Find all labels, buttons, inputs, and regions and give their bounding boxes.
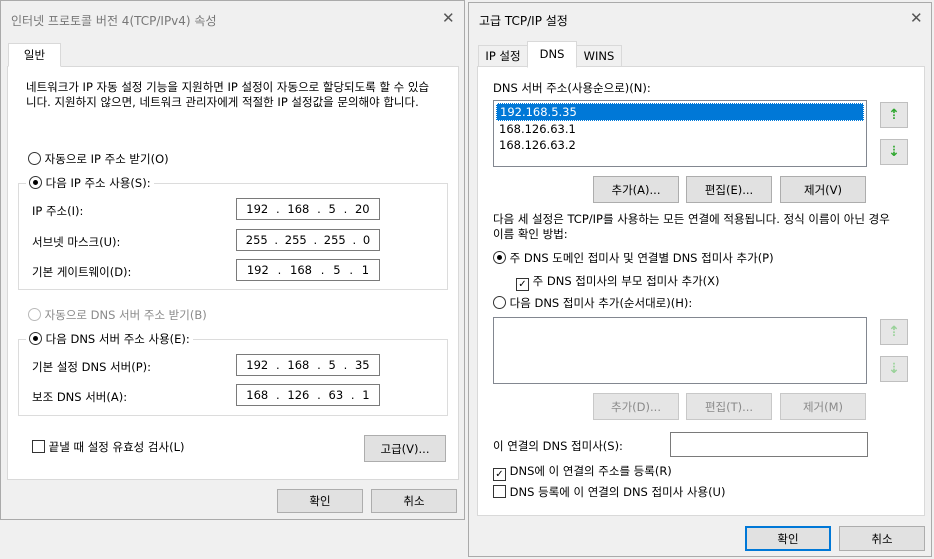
close-icon[interactable]: ✕	[910, 11, 923, 26]
ok-button[interactable]: 확인	[277, 489, 363, 513]
preferred-dns-field[interactable]: 192. 168. 5. 35	[236, 354, 380, 376]
radio-icon	[28, 152, 41, 165]
tab-general[interactable]: 일반	[8, 43, 61, 67]
checkbox-icon	[493, 485, 506, 498]
add-server-button[interactable]: 추가(A)...	[593, 176, 679, 203]
list-item[interactable]: 168.126.63.1	[496, 121, 864, 137]
cancel-button[interactable]: 취소	[371, 489, 457, 513]
connection-suffix-label: 이 연결의 DNS 접미사(S):	[493, 439, 623, 453]
auto-dns-radio[interactable]: 자동으로 DNS 서버 주소 받기(B)	[28, 307, 207, 323]
remove-suffix-button[interactable]: 제거(M)	[780, 393, 866, 420]
radio-selected-icon	[493, 251, 506, 264]
subnet-mask-field[interactable]: 255. 255. 255. 0	[236, 229, 380, 251]
tab-ip-settings[interactable]: IP 설정	[478, 45, 528, 67]
advanced-button[interactable]: 고급(V)...	[364, 435, 446, 462]
alternate-dns-field[interactable]: 168. 126. 63. 1	[236, 384, 380, 406]
intro-text: 네트워크가 IP 자동 설정 기능을 지원하면 IP 설정이 자동으로 할당되도…	[26, 80, 430, 109]
move-up-icon[interactable]: ⇡	[880, 102, 908, 128]
dialog-title: 고급 TCP/IP 설정	[479, 14, 568, 28]
append-these-radio[interactable]: 다음 DNS 접미사 추가(순서대로)(H):	[493, 295, 692, 311]
move-up-icon[interactable]: ⇡	[880, 319, 908, 345]
radio-disabled-icon	[28, 308, 41, 321]
dns-servers-label: DNS 서버 주소(사용순으로)(N):	[493, 81, 651, 95]
dns-suffix-list[interactable]	[493, 317, 867, 384]
add-suffix-button[interactable]: 추가(D)...	[593, 393, 679, 420]
gateway-label: 기본 게이트웨이(D):	[32, 265, 132, 279]
radio-selected-icon	[29, 332, 42, 345]
checkbox-checked-icon: ✓	[516, 278, 529, 291]
edit-server-button[interactable]: 편집(E)...	[686, 176, 772, 203]
gateway-field[interactable]: 192. 168. 5. 1	[236, 259, 380, 281]
dns-servers-list[interactable]: 192.168.5.35 168.126.63.1 168.126.63.2	[493, 100, 867, 167]
auto-ip-radio[interactable]: 자동으로 IP 주소 받기(O)	[28, 151, 169, 167]
ok-button[interactable]: 확인	[745, 526, 831, 551]
radio-icon	[493, 296, 506, 309]
general-pane: 네트워크가 IP 자동 설정 기능을 지원하면 IP 설정이 자동으로 할당되도…	[7, 66, 459, 480]
cancel-button[interactable]: 취소	[839, 526, 925, 551]
checkbox-checked-icon: ✓	[493, 468, 506, 481]
tab-dns[interactable]: DNS	[527, 41, 577, 68]
remove-server-button[interactable]: 제거(V)	[780, 176, 866, 203]
radio-selected-icon	[29, 176, 42, 189]
close-icon[interactable]: ✕	[442, 11, 455, 26]
append-primary-radio[interactable]: 주 DNS 도메인 접미사 및 연결별 DNS 접미사 추가(P)	[493, 250, 774, 266]
move-down-icon[interactable]: ⇣	[880, 356, 908, 382]
checkbox-icon	[32, 440, 45, 453]
dns-pane: DNS 서버 주소(사용순으로)(N): 192.168.5.35 168.12…	[477, 66, 925, 516]
connection-suffix-input[interactable]	[670, 432, 868, 457]
ip-address-label: IP 주소(I):	[32, 204, 84, 218]
move-down-icon[interactable]: ⇣	[880, 139, 908, 165]
use-suffix-checkbox[interactable]: DNS 등록에 이 연결의 DNS 접미사 사용(U)	[493, 484, 725, 500]
advanced-tcpip-dialog: 고급 TCP/IP 설정 ✕ IP 설정 DNS WINS DNS 서버 주소(…	[468, 2, 932, 557]
tab-wins[interactable]: WINS	[576, 45, 622, 67]
subnet-label: 서브넷 마스크(U):	[32, 235, 121, 249]
alternate-dns-label: 보조 DNS 서버(A):	[32, 390, 128, 404]
validate-checkbox[interactable]: 끝낼 때 설정 유효성 검사(L)	[32, 439, 184, 455]
ipv4-properties-dialog: 인터넷 프로토콜 버전 4(TCP/IPv4) 속성 ✕ 일반 네트워크가 IP…	[0, 0, 465, 520]
preferred-dns-label: 기본 설정 DNS 서버(P):	[32, 360, 151, 374]
resolution-description: 다음 세 설정은 TCP/IP를 사용하는 모든 연결에 적용됩니다. 정식 이…	[493, 212, 890, 241]
register-checkbox[interactable]: ✓ DNS에 이 연결의 주소를 등록(R)	[493, 463, 672, 481]
dialog-title: 인터넷 프로토콜 버전 4(TCP/IPv4) 속성	[11, 14, 217, 28]
ip-address-field[interactable]: 192. 168. 5. 20	[236, 198, 380, 220]
edit-suffix-button[interactable]: 편집(T)...	[686, 393, 772, 420]
list-item[interactable]: 168.126.63.2	[496, 137, 864, 153]
manual-ip-radio[interactable]: 다음 IP 주소 사용(S):	[26, 175, 154, 191]
append-parent-checkbox[interactable]: ✓ 주 DNS 접미사의 부모 접미사 추가(X)	[516, 273, 720, 291]
manual-dns-radio[interactable]: 다음 DNS 서버 주소 사용(E):	[26, 331, 193, 347]
list-item[interactable]: 192.168.5.35	[496, 103, 864, 121]
